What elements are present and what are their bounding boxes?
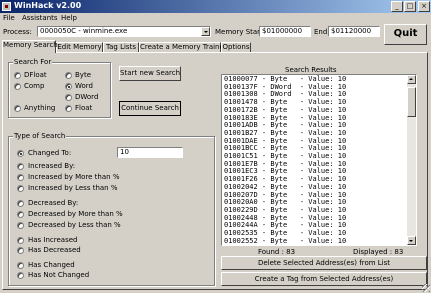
scroll-down-icon[interactable] xyxy=(407,236,416,245)
minimize-button[interactable]: _ xyxy=(391,1,403,12)
radio-has-decreased-label: Has Decreased xyxy=(28,246,81,254)
start-new-search-button[interactable]: Start new Search xyxy=(119,66,181,81)
changed-to-input[interactable]: 10 xyxy=(117,147,183,158)
radio-decreased-less[interactable] xyxy=(17,222,24,229)
create-tag-button[interactable]: Create a Tag from Selected Address(es) xyxy=(221,272,427,286)
tab-memory-search[interactable]: Memory Search xyxy=(2,40,58,53)
memory-end-input[interactable]: $01120000 xyxy=(328,26,380,37)
memory-start-input[interactable]: $01000000 xyxy=(259,26,311,37)
radio-increased-more-label: Increased by More than % xyxy=(28,173,120,181)
process-label: Process: xyxy=(3,28,32,36)
menu-assistants[interactable]: Assistants xyxy=(22,14,58,22)
tab-edit-memory[interactable]: Edit Memory xyxy=(56,42,103,52)
radio-has-not-changed-label: Has Not Changed xyxy=(28,271,90,279)
results-scrollbar[interactable] xyxy=(407,75,416,245)
radio-dword-label: DWord xyxy=(75,93,99,101)
close-button[interactable]: × xyxy=(418,1,430,12)
window-title: WinHack v2.00 xyxy=(14,1,82,10)
radio-changed-to-label: Changed To: xyxy=(28,149,72,157)
radio-float-label: Float xyxy=(75,104,93,112)
tab-tag-lists[interactable]: Tag Lists xyxy=(103,42,139,52)
process-select[interactable]: 0000050C - winmine.exe xyxy=(37,26,211,37)
menu-file[interactable]: File xyxy=(3,14,15,22)
radio-anything[interactable] xyxy=(14,105,21,112)
radio-increased-less[interactable] xyxy=(17,185,24,192)
radio-dword[interactable] xyxy=(65,94,72,101)
radio-changed-to[interactable] xyxy=(17,150,24,157)
winhack-window: WinHack v2.00 _ □ × File Assistants Help… xyxy=(0,0,431,293)
radio-has-increased[interactable] xyxy=(17,237,24,244)
radio-has-changed-label: Has Changed xyxy=(28,261,75,269)
menu-help[interactable]: Help xyxy=(61,14,77,22)
app-icon xyxy=(2,2,11,11)
tab-create-trainer[interactable]: Create a Memory Trainer xyxy=(139,42,227,52)
result-row[interactable]: 01002552 - Byte - Value: 10 xyxy=(224,237,346,245)
radio-has-not-changed[interactable] xyxy=(17,272,24,279)
found-count: Found : 83 xyxy=(258,248,296,256)
radio-has-changed[interactable] xyxy=(17,262,24,269)
radio-decreased-more-label: Decreased by More than % xyxy=(28,210,123,218)
radio-increased-by-label: Increased By: xyxy=(28,162,76,170)
radio-decreased-by-label: Decreased By: xyxy=(28,199,79,207)
chevron-down-icon[interactable] xyxy=(201,27,210,36)
scroll-thumb[interactable] xyxy=(407,87,416,117)
radio-byte-label: Byte xyxy=(75,71,91,79)
radio-increased-by[interactable] xyxy=(17,163,24,170)
type-of-search-group: Type of Search Changed To: 10 Increased … xyxy=(8,132,215,286)
search-results-title: Search Results xyxy=(285,66,337,74)
process-value: 0000050C - winmine.exe xyxy=(40,27,128,35)
memory-end-label: End xyxy=(314,28,328,36)
search-results-list[interactable]: 01000077 - Byte - Value: 10 0100137F - DW… xyxy=(221,74,417,246)
radio-comp[interactable] xyxy=(14,83,21,90)
scroll-up-icon[interactable] xyxy=(407,75,416,84)
search-for-group: Search For DFloat Byte Comp Word DWord A… xyxy=(8,58,111,118)
radio-has-increased-label: Has Increased xyxy=(28,236,78,244)
search-for-title: Search For xyxy=(13,58,53,66)
displayed-count: Displayed : 83 xyxy=(353,248,404,256)
radio-word-label: Word xyxy=(75,82,93,90)
title-bar[interactable]: WinHack v2.00 _ □ × xyxy=(0,0,431,13)
radio-dfloat-label: DFloat xyxy=(24,71,47,79)
radio-decreased-by[interactable] xyxy=(17,200,24,207)
radio-comp-label: Comp xyxy=(24,82,45,90)
tab-options[interactable]: Options xyxy=(221,42,251,52)
radio-decreased-less-label: Decreased by Less than % xyxy=(28,221,121,229)
continue-search-button[interactable]: Continue Search xyxy=(119,101,181,116)
menu-bar: File Assistants Help xyxy=(0,13,431,24)
radio-decreased-more[interactable] xyxy=(17,211,24,218)
radio-dfloat[interactable] xyxy=(14,72,21,79)
radio-word[interactable] xyxy=(65,83,72,90)
memory-start-label: Memory Start xyxy=(215,28,263,36)
type-of-search-title: Type of Search xyxy=(13,132,67,140)
delete-selected-button[interactable]: Delete Selected Address(es) from List xyxy=(221,256,427,270)
radio-has-decreased[interactable] xyxy=(17,247,24,254)
radio-increased-more[interactable] xyxy=(17,174,24,181)
radio-anything-label: Anything xyxy=(24,104,56,112)
radio-increased-less-label: Increased by Less than % xyxy=(28,184,118,192)
quit-button[interactable]: Quit xyxy=(384,24,427,45)
radio-float[interactable] xyxy=(65,105,72,112)
maximize-button[interactable]: □ xyxy=(404,1,416,12)
resize-grip-icon[interactable] xyxy=(422,284,430,292)
radio-byte[interactable] xyxy=(65,72,72,79)
